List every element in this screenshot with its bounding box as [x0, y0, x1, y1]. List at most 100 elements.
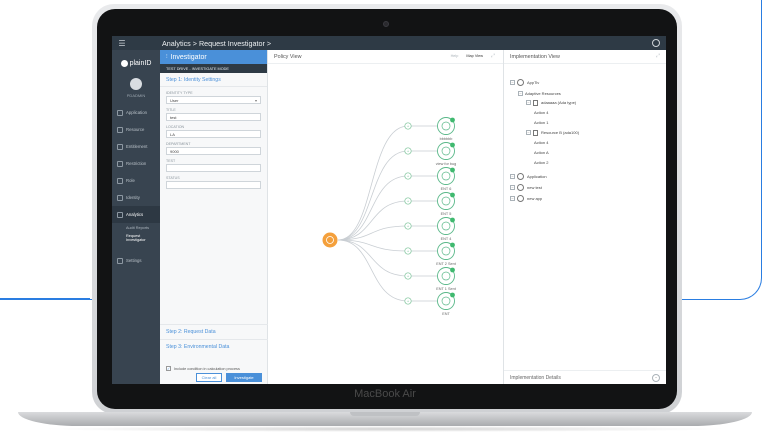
tree-item[interactable]: − new test: [510, 183, 542, 192]
tab-help[interactable]: Help: [451, 54, 459, 58]
sidebar-subitem-request-investigator[interactable]: Request Investigator: [112, 232, 160, 244]
field-label: LOCATION: [166, 125, 185, 129]
impl-header: Implementation View ⤢: [504, 50, 666, 64]
status-badge: [450, 117, 455, 123]
policy-graph: +bbbbbb+view for bug+ENT 6+ENT 5+ENT 4+E…: [322, 117, 457, 316]
entitlement-icon: [117, 143, 123, 150]
expand-toggle-icon[interactable]: −: [526, 130, 531, 135]
sidebar-item-settings[interactable]: Settings: [112, 252, 160, 269]
tree-item-label: AppTiv: [527, 80, 540, 85]
sidebar-item-label: Role: [126, 178, 135, 183]
identity-type-select[interactable]: User ▾: [166, 96, 261, 104]
sidebar-item-label: Resource: [126, 127, 145, 132]
policy-tabs: Help Map View ⤢: [451, 53, 495, 59]
sidebar-item-label: Application: [126, 110, 148, 115]
resource-icon: [533, 99, 538, 106]
tab-map-view[interactable]: Map View: [466, 54, 483, 58]
resource-icon: [533, 129, 538, 136]
laptop-shadow: [40, 426, 730, 432]
tree-item[interactable]: Action 2: [534, 158, 548, 167]
panel-header: ⫶ Investigator: [160, 50, 267, 64]
expand-toggle-icon[interactable]: −: [518, 91, 523, 96]
location-field[interactable]: LA: [166, 130, 261, 138]
test-field[interactable]: [166, 164, 261, 172]
expand-toggle-icon[interactable]: −: [510, 80, 515, 85]
expand-icon[interactable]: ⤢: [656, 53, 660, 59]
node-label: ENT 2 Sent: [436, 262, 457, 266]
tree-item[interactable]: Action 1: [534, 118, 548, 127]
sidebar-item-identity[interactable]: Identity: [112, 189, 160, 206]
sidebar-item-restriction[interactable]: Restriction: [112, 155, 160, 172]
sidebar-item-label: Analytics: [126, 212, 144, 217]
tree-item[interactable]: − adaaaaa (Ada type): [526, 98, 576, 107]
include-condition-checkbox[interactable]: ✓: [166, 366, 171, 371]
field-label: IDENTITY TYPE: [166, 91, 193, 95]
graph-edge: [337, 125, 437, 241]
implementation-view: Implementation View ⤢ − AppTiv − Adaptive R…: [504, 50, 666, 384]
tree-item[interactable]: − Resource B (ada100): [526, 128, 579, 137]
policy-title: Policy View: [274, 53, 302, 60]
avatar[interactable]: [130, 78, 142, 90]
sidebar-item-entitlement[interactable]: Entitlement: [112, 138, 160, 155]
action-buttons: Clear all Investigate: [196, 373, 262, 382]
status-badge: [450, 192, 455, 198]
node-label: ENT 5: [441, 212, 452, 216]
tree-item[interactable]: − AppTiv: [510, 78, 539, 87]
sidebar-subitem-audit-reports[interactable]: Audit Reports: [112, 223, 160, 232]
tree-item[interactable]: Action 4: [534, 138, 548, 147]
investigator-panel: ⫶ Investigator TEST DRIVE - INVESTIGATE …: [160, 50, 268, 384]
graph-edge: [337, 239, 437, 252]
status-badge: [450, 167, 455, 173]
sidebar-item-analytics[interactable]: Analytics: [112, 206, 160, 223]
expand-toggle-icon[interactable]: −: [526, 100, 531, 105]
graph-edge: [337, 150, 437, 241]
step3-header[interactable]: Step 3: Environmental Data: [160, 339, 268, 353]
sidebar-item-role[interactable]: Role: [112, 172, 160, 189]
clear-all-button[interactable]: Clear all: [196, 373, 222, 382]
camera-icon: [383, 21, 389, 27]
node-label: ENT 4: [441, 237, 452, 241]
investigate-button[interactable]: Investigate: [226, 373, 262, 382]
tree-item-label: Action 4: [534, 110, 549, 115]
tree-item-label: adaaaaa (Ada type): [541, 100, 577, 105]
sidebar-item-resource[interactable]: Resource: [112, 121, 160, 138]
tree-item[interactable]: Action A: [534, 148, 549, 157]
node-label: ENT 6: [441, 187, 452, 191]
tree-item[interactable]: Action 4: [534, 108, 548, 117]
step2-header[interactable]: Step 2: Request Data: [160, 324, 268, 338]
tree-item[interactable]: − Adaptive Resources: [518, 89, 561, 98]
expand-toggle-icon[interactable]: −: [510, 196, 515, 201]
expand-toggle-icon[interactable]: −: [510, 174, 515, 179]
globe-icon: [517, 184, 524, 191]
expand-icon[interactable]: ⤢: [491, 53, 495, 59]
chevron-up-icon[interactable]: ⌃: [652, 374, 660, 382]
tree-item-label: Application: [527, 174, 547, 179]
include-condition-row[interactable]: ✓ Include condition in calculation proce…: [166, 366, 240, 371]
power-icon[interactable]: [652, 39, 660, 47]
graph-edge: [337, 239, 437, 277]
tree-item[interactable]: − Application: [510, 172, 547, 181]
status-field[interactable]: [166, 181, 261, 189]
globe-icon: [517, 195, 524, 202]
laptop-notch: [350, 412, 420, 416]
status-badge: [450, 242, 455, 248]
menu-icon[interactable]: ☰: [112, 39, 132, 48]
department-field[interactable]: 9000: [166, 147, 261, 155]
chevron-down-icon: ▾: [254, 98, 257, 103]
sidebar-item-application[interactable]: Application: [112, 104, 160, 121]
step1-header[interactable]: Step 1: Identity Settings: [160, 73, 267, 87]
page: ☰ Analytics > Request Investigator > pla…: [0, 0, 770, 436]
resource-icon: [117, 126, 123, 133]
mode-bar: TEST DRIVE - INVESTIGATE MODE: [160, 64, 267, 73]
logo: plainID: [112, 50, 160, 76]
tree-item-label: Action 2: [534, 160, 549, 165]
logo-icon: [120, 59, 128, 67]
tree-item[interactable]: − new app: [510, 194, 542, 203]
title-field[interactable]: test: [166, 113, 261, 121]
graph-edge: [337, 225, 437, 241]
expand-toggle-icon[interactable]: −: [510, 185, 515, 190]
root-node[interactable]: [322, 232, 338, 248]
node-label: ENT: [442, 312, 450, 316]
sidebar-item-label: Identity: [126, 195, 140, 200]
settings-icon: [117, 257, 123, 264]
